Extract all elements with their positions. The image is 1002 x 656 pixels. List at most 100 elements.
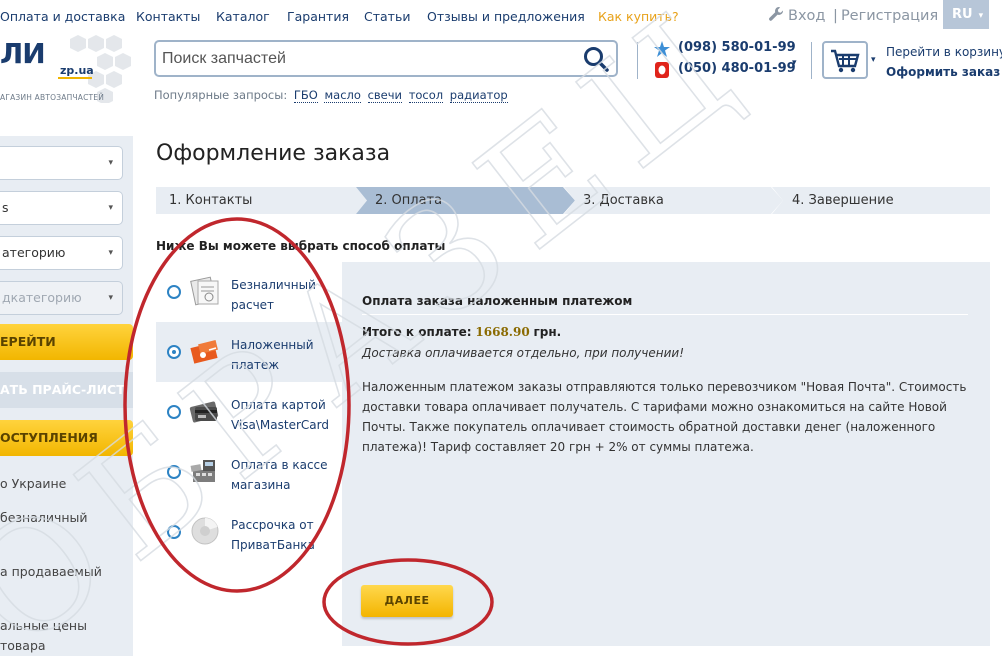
cash-register-icon bbox=[190, 460, 215, 482]
panel-title: Оплата заказа наложенным платежом bbox=[362, 294, 633, 308]
header-divider bbox=[637, 42, 638, 79]
payment-method-installment[interactable]: Рассрочка от ПриватБанка bbox=[156, 502, 342, 562]
step-completion[interactable]: 4. Завершение bbox=[772, 187, 990, 214]
order-total: Итого к оплате: 1668.90 грн. bbox=[362, 325, 561, 339]
top-navigation: Оплата и доставка Контакты Каталог Гаран… bbox=[0, 0, 1002, 31]
popular-query-link[interactable]: масло bbox=[324, 88, 361, 103]
chevron-down-icon: ▾ bbox=[108, 203, 113, 213]
payment-instruction: Ниже Вы можете выбрать способ оплаты bbox=[156, 239, 446, 253]
step-label: 1. Контакты bbox=[169, 193, 253, 208]
go-to-cart-link[interactable]: Перейти в корзину bbox=[886, 42, 1002, 62]
nav-link-warranty[interactable]: Гарантия bbox=[287, 9, 349, 24]
payment-description: Наложенным платежом заказы отправляются … bbox=[362, 380, 967, 454]
cart-links: Перейти в корзину Оформить заказ bbox=[886, 42, 1002, 82]
nav-link-articles[interactable]: Статьи bbox=[364, 9, 410, 24]
phone-number-1[interactable]: (098) 580-01-99 bbox=[678, 40, 796, 55]
radio-button[interactable] bbox=[167, 465, 181, 479]
chevron-down-icon[interactable]: ▾ bbox=[792, 58, 797, 68]
search-box bbox=[154, 40, 618, 77]
subcategory-select[interactable]: дкатегорию ▾ bbox=[0, 281, 123, 315]
go-button[interactable]: ЕРЕЙТИ bbox=[0, 324, 133, 360]
select-value: дкатегорию bbox=[2, 290, 82, 305]
next-button[interactable]: ДАЛЕЕ bbox=[361, 585, 453, 617]
page-title: Оформление заказа bbox=[156, 141, 391, 166]
step-label: 2. Оплата bbox=[375, 193, 443, 208]
register-link[interactable]: Регистрация bbox=[841, 8, 938, 24]
popular-query-link[interactable]: тосол bbox=[408, 88, 444, 103]
invoice-icon bbox=[190, 276, 219, 306]
login-link[interactable]: Вход bbox=[788, 8, 825, 24]
wrench-icon bbox=[769, 7, 784, 21]
sidebar-info-item: альные цены bbox=[0, 618, 87, 633]
nav-link-reviews[interactable]: Отзывы и предложения bbox=[427, 9, 585, 24]
sidebar-info-item: а продаваемый bbox=[0, 564, 102, 579]
logo-domain: zp.ua bbox=[58, 64, 94, 79]
search-input[interactable] bbox=[162, 47, 562, 71]
header-divider bbox=[811, 42, 812, 79]
payment-method-label: Безналичный расчет bbox=[231, 278, 316, 312]
phone-number-2[interactable]: (050) 480-01-99 bbox=[678, 61, 796, 76]
select-value: s bbox=[2, 200, 9, 215]
delivery-note: Доставка оплачивается отдельно, при полу… bbox=[362, 346, 685, 360]
payment-method-label: Рассрочка от ПриватБанка bbox=[231, 518, 315, 552]
step-payment[interactable]: 2. Оплата bbox=[356, 187, 576, 214]
divider bbox=[362, 314, 968, 315]
nav-link-how-to-buy[interactable]: Как купить? bbox=[598, 9, 679, 24]
sidebar-info-item: товара bbox=[0, 638, 46, 653]
step-delivery[interactable]: 3. Доставка bbox=[564, 187, 784, 214]
popular-queries: Популярные запросы: ГБО масло свечи тосо… bbox=[154, 88, 508, 103]
vodafone-icon bbox=[655, 62, 669, 78]
sidebar-info-item: о Украине bbox=[0, 476, 67, 491]
sidebar-select-2[interactable]: s ▾ bbox=[0, 191, 123, 225]
logo-tagline: АГАЗИН АВТОЗАПЧАСТЕЙ bbox=[0, 93, 105, 102]
radio-button[interactable] bbox=[167, 405, 181, 419]
total-label: Итого к оплате: bbox=[362, 325, 472, 339]
auth-separator: | bbox=[833, 8, 838, 24]
nav-link-payment-delivery[interactable]: Оплата и доставка bbox=[0, 9, 125, 24]
installment-icon bbox=[191, 517, 219, 545]
chevron-down-icon: ▾ bbox=[978, 11, 984, 21]
payment-method-cash-desk[interactable]: Оплата в кассе магазина bbox=[156, 442, 342, 502]
credit-card-icon bbox=[189, 401, 219, 423]
sidebar-select-1[interactable]: ▾ bbox=[0, 146, 123, 180]
step-contacts[interactable]: 1. Контакты bbox=[156, 187, 368, 214]
logo-text: ЛИ bbox=[0, 37, 46, 70]
cart-button[interactable] bbox=[822, 41, 868, 79]
phone-numbers: (098) 580-01-99 (050) 480-01-99 ▾ bbox=[654, 40, 797, 82]
checkout-steps: 1. Контакты 2. Оплата 3. Доставка 4. Зав… bbox=[156, 187, 990, 214]
download-pricelist-button[interactable]: АТЬ ПРАЙС-ЛИСТ bbox=[0, 372, 133, 408]
chevron-down-icon: ▾ bbox=[108, 158, 113, 168]
popular-queries-label: Популярные запросы: bbox=[154, 88, 288, 102]
payment-method-label: Оплата в кассе магазина bbox=[231, 458, 328, 492]
chevron-down-icon[interactable]: ▾ bbox=[871, 55, 876, 65]
popular-query-link[interactable]: свечи bbox=[367, 88, 403, 103]
site-logo[interactable]: ЛИ zp.ua АГАЗИН АВТОЗАПЧАСТЕЙ bbox=[0, 30, 140, 103]
popular-query-link[interactable]: ГБО bbox=[293, 88, 318, 103]
shopping-cart-icon bbox=[831, 49, 860, 73]
kyivstar-icon bbox=[654, 41, 670, 57]
category-select[interactable]: атегорию ▾ bbox=[0, 236, 123, 270]
select-value: атегорию bbox=[2, 245, 66, 260]
payment-method-label: Оплата картой Visa\MasterCard bbox=[231, 398, 329, 432]
nav-link-catalog[interactable]: Каталог bbox=[216, 9, 270, 24]
payment-method-label: Наложенный платеж bbox=[231, 338, 314, 372]
payment-method-cash-on-delivery[interactable]: Наложенный платеж bbox=[156, 322, 342, 382]
radio-button-selected[interactable] bbox=[167, 345, 181, 359]
popular-query-link[interactable]: радиатор bbox=[449, 88, 508, 103]
chevron-down-icon: ▾ bbox=[108, 293, 113, 303]
nav-link-contacts[interactable]: Контакты bbox=[136, 9, 200, 24]
auth-area: Вход | Регистрация bbox=[768, 6, 938, 24]
radio-button[interactable] bbox=[167, 525, 181, 539]
payment-method-bank-transfer[interactable]: Безналичный расчет bbox=[156, 262, 342, 322]
new-arrivals-button[interactable]: ОСТУПЛЕНИЯ bbox=[0, 420, 133, 456]
total-currency: грн. bbox=[533, 325, 562, 339]
radio-button[interactable] bbox=[167, 285, 181, 299]
language-selector[interactable]: RU ▾ bbox=[943, 0, 989, 29]
step-label: 3. Доставка bbox=[583, 193, 664, 208]
payment-method-card[interactable]: Оплата картой Visa\MasterCard bbox=[156, 382, 342, 442]
total-amount: 1668.90 bbox=[475, 325, 530, 339]
chevron-down-icon: ▾ bbox=[108, 248, 113, 258]
cod-package-icon bbox=[190, 339, 218, 364]
search-icon[interactable] bbox=[582, 45, 610, 73]
checkout-link[interactable]: Оформить заказ bbox=[886, 62, 1002, 82]
